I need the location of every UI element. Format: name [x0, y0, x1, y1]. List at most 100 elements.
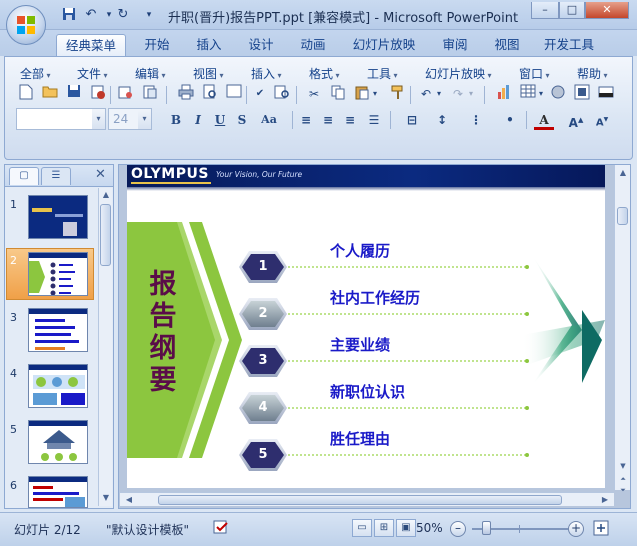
insert-chart-icon[interactable]	[494, 84, 514, 104]
zoom-slider-thumb[interactable]	[481, 521, 491, 535]
tab-review[interactable]: 审阅	[434, 34, 476, 56]
scroll-right-icon[interactable]: ▶	[598, 493, 612, 507]
print-icon[interactable]	[176, 84, 196, 104]
font-color-icon[interactable]: A	[534, 110, 554, 130]
scroll-down-icon[interactable]: ▼	[616, 459, 630, 473]
insert-table-dropdown-icon[interactable]: ▾	[536, 84, 546, 104]
research-icon[interactable]	[272, 84, 292, 104]
numbering-icon[interactable]: ⋮	[466, 110, 486, 130]
bullets-icon[interactable]: •	[500, 110, 520, 130]
format-painter-icon[interactable]	[388, 84, 408, 104]
undo-toolbar-icon[interactable]: ↶	[416, 84, 436, 104]
scroll-left-icon[interactable]: ◀	[122, 493, 136, 507]
fit-to-window-icon[interactable]	[592, 519, 610, 537]
redo-toolbar-icon[interactable]: ↷	[448, 84, 468, 104]
align-left-icon[interactable]: ≡	[296, 110, 316, 130]
new-file-icon[interactable]	[16, 84, 36, 104]
tab-view[interactable]: 视图	[486, 34, 528, 56]
change-case-icon[interactable]: Aa	[256, 110, 282, 130]
align-right-icon[interactable]: ≡	[340, 110, 360, 130]
zoom-level[interactable]: 50%	[416, 521, 443, 535]
font-size-dropdown-icon[interactable]: ▾	[138, 109, 151, 129]
insert-table-icon[interactable]	[518, 84, 538, 104]
tab-classic-menu[interactable]: 经典菜单	[56, 34, 126, 56]
scroll-up-icon[interactable]: ▲	[99, 188, 113, 202]
redo-toolbar-dropdown-icon[interactable]: ▾	[466, 84, 476, 104]
scroll-thumb[interactable]	[158, 495, 562, 505]
bold-icon[interactable]: B	[166, 110, 186, 130]
spelling-icon[interactable]: ✔	[250, 84, 270, 104]
next-slide-icon[interactable]: ⏷	[616, 483, 630, 494]
tab-slideshow[interactable]: 幻灯片放映	[344, 34, 424, 56]
tab-outline[interactable]: ☰	[41, 167, 71, 185]
font-name-combo[interactable]: ▾	[16, 108, 106, 130]
menu-tools[interactable]: 工具	[367, 65, 398, 82]
show-hide-icon[interactable]	[596, 84, 616, 104]
slide-horizontal-scrollbar[interactable]: ◀ ▶	[120, 492, 614, 506]
close-panel-icon[interactable]: ✕	[95, 167, 106, 182]
redo-icon[interactable]: ↻	[114, 7, 132, 23]
menu-window[interactable]: 窗口	[519, 65, 550, 82]
print-preview-icon[interactable]	[200, 84, 220, 104]
slide-sorter-view-button[interactable]: ⊞	[374, 519, 394, 537]
align-center-icon[interactable]: ≡	[318, 110, 338, 130]
font-size-combo[interactable]: 24 ▾	[108, 108, 152, 130]
font-name-dropdown-icon[interactable]: ▾	[92, 109, 105, 129]
tab-slides[interactable]: ▢	[9, 167, 39, 185]
slide-thumbnail-3[interactable]	[28, 308, 88, 352]
scroll-thumb[interactable]	[100, 204, 111, 266]
menu-help[interactable]: 帮助	[577, 65, 608, 82]
slide-thumbnail-6[interactable]	[28, 476, 88, 508]
tab-design[interactable]: 设计	[240, 34, 282, 56]
tab-developer[interactable]: 开发工具	[536, 34, 602, 56]
office-button[interactable]	[6, 5, 46, 45]
menu-insert[interactable]: 插入	[251, 65, 282, 82]
slideshow-view-button[interactable]: ▣	[396, 519, 416, 537]
menu-all[interactable]: 全部	[20, 65, 51, 82]
publish-icon[interactable]	[140, 84, 160, 104]
justify-icon[interactable]: ☰	[364, 110, 384, 130]
zoom-out-icon[interactable]: –	[450, 521, 466, 537]
undo-toolbar-dropdown-icon[interactable]: ▾	[434, 84, 444, 104]
email-icon[interactable]	[115, 84, 135, 104]
normal-view-button[interactable]: ▭	[352, 519, 372, 537]
line-spacing-icon[interactable]: ↕	[432, 110, 452, 130]
permission-icon[interactable]	[88, 84, 108, 104]
menu-view[interactable]: 视图	[193, 65, 224, 82]
save-toolbar-icon[interactable]	[64, 84, 84, 104]
grow-font-icon[interactable]: A▲	[566, 110, 586, 130]
paste-icon[interactable]	[352, 84, 372, 104]
copy-icon[interactable]	[328, 84, 348, 104]
menu-file[interactable]: 文件	[77, 65, 108, 82]
color-grayscale-icon[interactable]	[548, 84, 568, 104]
menu-format[interactable]: 格式	[309, 65, 340, 82]
slide-thumbnail-5[interactable]	[28, 420, 88, 464]
close-button[interactable]: ✕	[585, 2, 629, 19]
slide-thumbnail-2[interactable]	[28, 252, 88, 296]
open-folder-icon[interactable]	[40, 84, 60, 104]
shrink-font-icon[interactable]: A▼	[592, 110, 612, 130]
scroll-thumb[interactable]	[617, 207, 628, 225]
minimize-button[interactable]: –	[531, 2, 559, 19]
spell-check-icon[interactable]	[212, 519, 232, 537]
slide-vertical-scrollbar[interactable]: ▲ ▼ ⏶ ⏷	[614, 165, 630, 494]
scroll-up-icon[interactable]: ▲	[616, 166, 630, 180]
tab-home[interactable]: 开始	[136, 34, 178, 56]
underline-icon[interactable]: U	[210, 110, 230, 130]
slide-thumbnail-1[interactable]	[28, 195, 88, 239]
slide-thumbnail-4[interactable]	[28, 364, 88, 408]
italic-icon[interactable]: I	[188, 110, 208, 130]
shadow-icon[interactable]: S	[232, 110, 252, 130]
undo-icon[interactable]: ↶	[82, 7, 100, 23]
scroll-down-icon[interactable]: ▼	[99, 491, 113, 505]
text-direction-icon[interactable]: ⊟	[402, 110, 422, 130]
slides-panel-scrollbar[interactable]: ▲ ▼	[98, 188, 112, 506]
cut-icon[interactable]: ✂	[304, 84, 324, 104]
customize-qat-icon[interactable]: ▾	[140, 7, 158, 23]
menu-slideshow[interactable]: 幻灯片放映	[425, 65, 492, 82]
grid-icon[interactable]	[572, 84, 592, 104]
normal-view-icon[interactable]	[224, 84, 244, 104]
tab-animation[interactable]: 动画	[292, 34, 334, 56]
zoom-in-icon[interactable]: +	[568, 521, 584, 537]
paste-dropdown-icon[interactable]: ▾	[370, 84, 380, 104]
